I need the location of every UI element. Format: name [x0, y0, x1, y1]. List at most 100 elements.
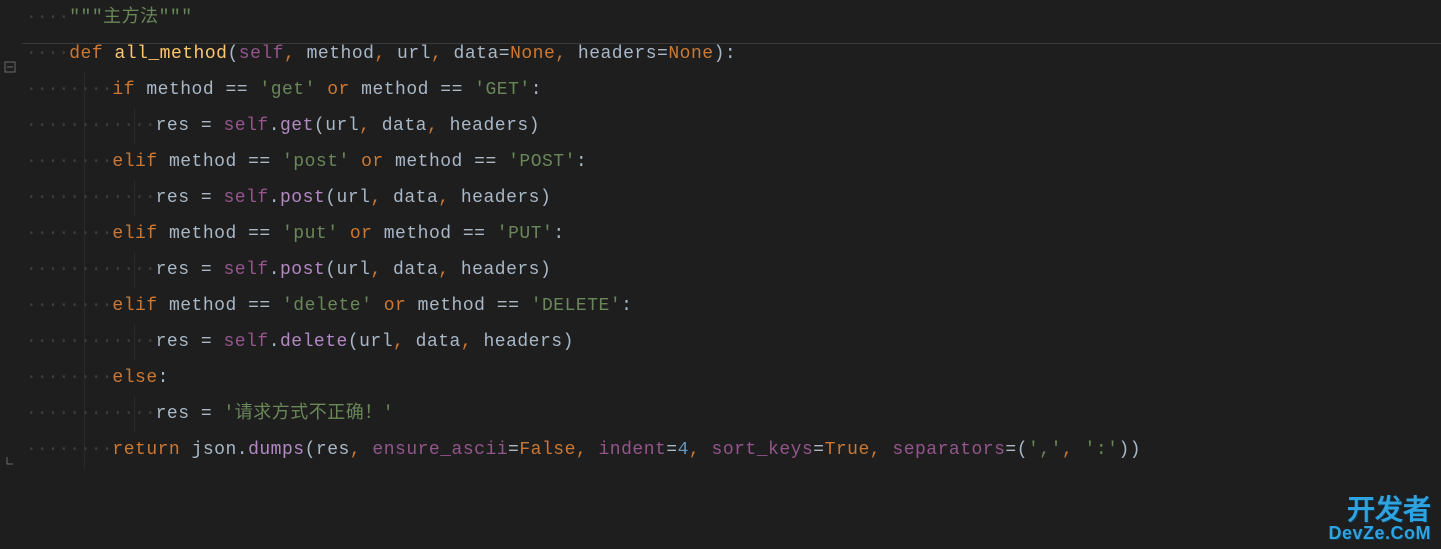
- code-line[interactable]: ········elif method == 'post' or method …: [26, 144, 1441, 180]
- kwarg-sort-keys: sort_keys: [712, 440, 814, 460]
- ident-data: data: [393, 188, 438, 208]
- ident-res: res: [156, 116, 190, 136]
- str-get: 'get': [259, 80, 316, 100]
- param-headers: headers: [578, 44, 657, 64]
- ident-method: method: [146, 80, 214, 100]
- str-sep-colon: ':': [1085, 440, 1119, 460]
- kw-elif: elif: [112, 296, 157, 316]
- ident-res: res: [156, 332, 190, 352]
- op-eq: ==: [225, 80, 248, 100]
- ident-method: method: [169, 224, 237, 244]
- ident-headers: headers: [461, 260, 540, 280]
- fn-name: all_method: [114, 44, 227, 64]
- code-line[interactable]: ········elif method == 'put' or method =…: [26, 216, 1441, 252]
- call-delete: delete: [280, 332, 348, 352]
- fold-end-icon[interactable]: [3, 456, 17, 470]
- ident-url: url: [359, 332, 393, 352]
- kw-if: if: [112, 80, 135, 100]
- op-eq: ==: [248, 224, 271, 244]
- str-post: 'post': [282, 152, 350, 172]
- code-line[interactable]: ············res = self.delete(url, data,…: [26, 324, 1441, 360]
- ident-method: method: [418, 296, 486, 316]
- str-post-u: 'POST': [508, 152, 576, 172]
- code-line[interactable]: ············res = self.get(url, data, he…: [26, 108, 1441, 144]
- code-line[interactable]: ········if method == 'get' or method == …: [26, 72, 1441, 108]
- call-dumps: dumps: [248, 440, 305, 460]
- call-post: post: [280, 260, 325, 280]
- ident-self: self: [223, 188, 268, 208]
- ident-self: self: [223, 116, 268, 136]
- none-literal: None: [510, 44, 555, 64]
- ident-headers: headers: [483, 332, 562, 352]
- kwarg-ensure-ascii: ensure_ascii: [372, 440, 508, 460]
- code-line[interactable]: ············res = '请求方式不正确！': [26, 396, 1441, 432]
- ident-url: url: [325, 116, 359, 136]
- code-editor[interactable]: ····"""主方法""" ····def all_method(self, m…: [0, 0, 1441, 549]
- kw-or: or: [327, 80, 350, 100]
- str-get-u: 'GET': [474, 80, 531, 100]
- kw-elif: elif: [112, 224, 157, 244]
- op-assign: =: [201, 116, 212, 136]
- op-assign: =: [201, 260, 212, 280]
- op-assign: =: [201, 332, 212, 352]
- ident-url: url: [337, 188, 371, 208]
- kw-or: or: [350, 224, 373, 244]
- bool-true: True: [825, 440, 870, 460]
- num-4: 4: [678, 440, 689, 460]
- code-line[interactable]: ············res = self.post(url, data, h…: [26, 252, 1441, 288]
- str-delete-u: 'DELETE': [531, 296, 621, 316]
- ident-data: data: [393, 260, 438, 280]
- str-put: 'put': [282, 224, 339, 244]
- ident-res: res: [316, 440, 350, 460]
- ident-method: method: [395, 152, 463, 172]
- str-put-u: 'PUT': [497, 224, 554, 244]
- ident-json: json: [192, 440, 237, 460]
- kw-return: return: [112, 440, 180, 460]
- ident-method: method: [384, 224, 452, 244]
- code-line[interactable]: ········else:: [26, 360, 1441, 396]
- code-area[interactable]: ····"""主方法""" ····def all_method(self, m…: [22, 0, 1441, 549]
- str-error: '请求方式不正确！': [223, 404, 394, 424]
- code-line[interactable]: ····"""主方法""": [26, 0, 1441, 36]
- watermark-top: 开发者: [1328, 495, 1431, 524]
- op-eq: ==: [497, 296, 520, 316]
- kwarg-indent: indent: [598, 440, 666, 460]
- ident-data: data: [416, 332, 461, 352]
- dot: .: [237, 440, 248, 460]
- ident-res: res: [156, 188, 190, 208]
- op-eq: ==: [463, 224, 486, 244]
- code-line[interactable]: ····def all_method(self, method, url, da…: [26, 36, 1441, 72]
- ident-method: method: [361, 80, 429, 100]
- str-delete: 'delete': [282, 296, 372, 316]
- kw-elif: elif: [112, 152, 157, 172]
- op-eq: ==: [474, 152, 497, 172]
- ident-self: self: [223, 260, 268, 280]
- param-url: url: [397, 44, 431, 64]
- op-assign: =: [201, 188, 212, 208]
- docstring: """主方法""": [69, 8, 192, 28]
- fold-minus-icon[interactable]: [3, 60, 17, 74]
- ident-method: method: [169, 152, 237, 172]
- code-line[interactable]: ············res = self.post(url, data, h…: [26, 180, 1441, 216]
- dot: .: [269, 332, 280, 352]
- param-method: method: [307, 44, 375, 64]
- code-line[interactable]: ········elif method == 'delete' or metho…: [26, 288, 1441, 324]
- ident-method: method: [169, 296, 237, 316]
- call-get: get: [280, 116, 314, 136]
- op-eq: ==: [248, 296, 271, 316]
- str-sep-comma: ',': [1028, 440, 1062, 460]
- watermark: 开发者 DevZe.CoM: [1328, 495, 1431, 543]
- kw-or: or: [384, 296, 407, 316]
- ident-headers: headers: [450, 116, 529, 136]
- ident-res: res: [156, 260, 190, 280]
- dot: .: [269, 260, 280, 280]
- kw-def: def: [69, 44, 103, 64]
- editor-gutter: [0, 0, 22, 549]
- ident-data: data: [382, 116, 427, 136]
- param-data: data: [454, 44, 499, 64]
- code-line[interactable]: ········return json.dumps(res, ensure_as…: [26, 432, 1441, 468]
- ident-res: res: [156, 404, 190, 424]
- dot: .: [269, 116, 280, 136]
- dot: .: [269, 188, 280, 208]
- call-post: post: [280, 188, 325, 208]
